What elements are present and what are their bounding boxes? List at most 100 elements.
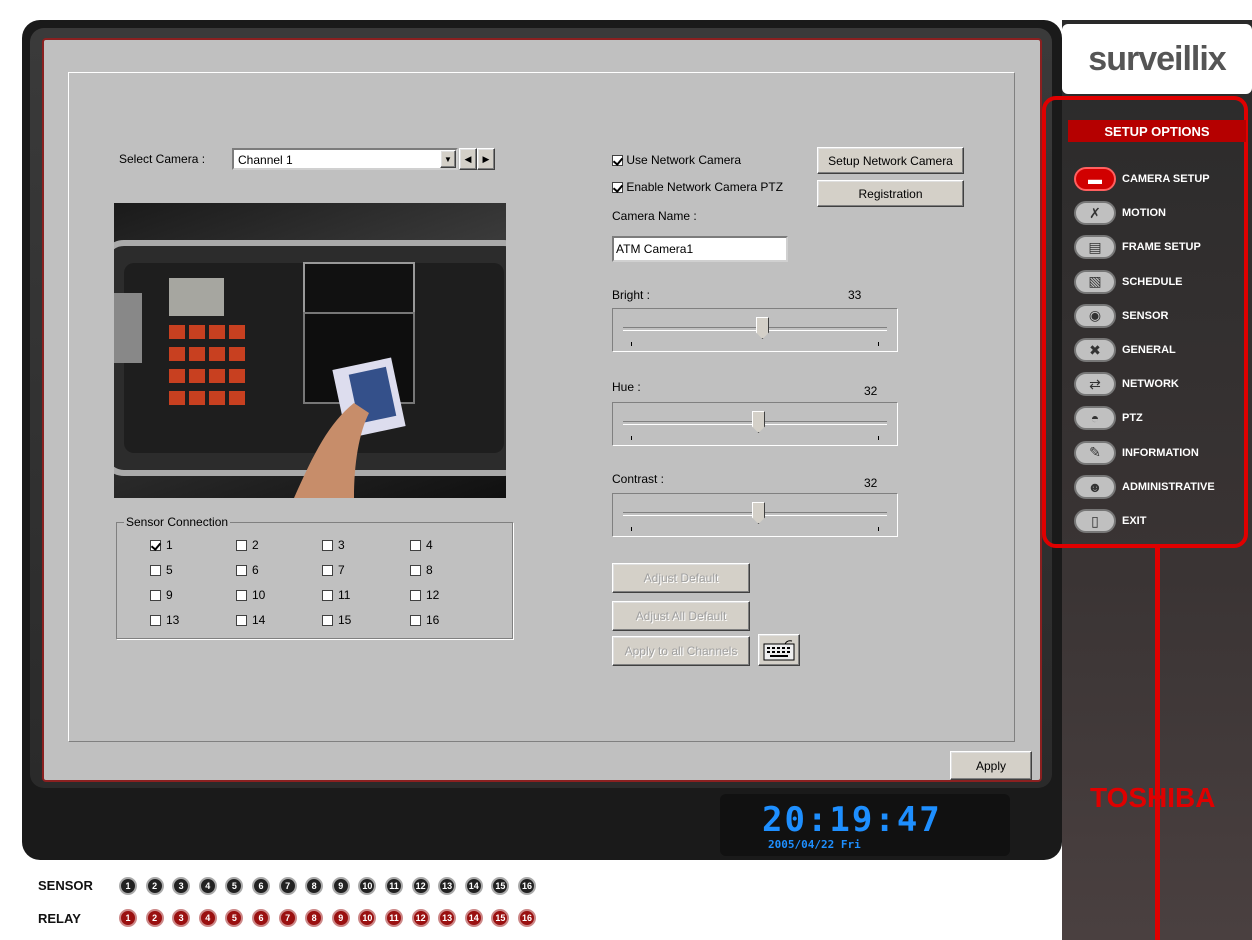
relay-indicator[interactable]: 10	[358, 909, 377, 927]
bright-slider[interactable]	[612, 308, 898, 352]
contrast-slider[interactable]	[612, 493, 898, 537]
sidebar-item-ptz[interactable]: ◓ PTZ	[1074, 404, 1250, 432]
sensor-connection-item[interactable]: 2	[236, 538, 259, 552]
sensor-connection-checkbox[interactable]	[150, 565, 161, 577]
relay-indicator[interactable]: 7	[278, 909, 297, 927]
sensor-connection-item[interactable]: 5	[150, 563, 173, 577]
hue-slider[interactable]	[612, 402, 898, 446]
sensor-connection-item[interactable]: 1	[150, 538, 173, 552]
sensor-connection-item[interactable]: 16	[410, 613, 439, 627]
sensor-connection-checkbox[interactable]	[410, 565, 421, 577]
relay-indicator[interactable]: 16	[518, 909, 536, 927]
keyboard-icon	[763, 640, 795, 661]
sidebar-item-camera-setup[interactable]: ▬ CAMERA SETUP	[1074, 165, 1250, 193]
sidebar-item-schedule[interactable]: ▧ SCHEDULE	[1074, 268, 1250, 296]
sensor-indicator[interactable]: 16	[518, 877, 536, 895]
sidebar-item-motion[interactable]: ✗ MOTION	[1074, 199, 1250, 227]
sensor-connection-number: 9	[166, 588, 173, 602]
enable-ptz[interactable]: Enable Network Camera PTZ	[612, 180, 783, 194]
relay-indicator[interactable]: 13	[438, 909, 457, 927]
sensor-connection-checkbox[interactable]	[322, 615, 333, 627]
sensor-connection-item[interactable]: 8	[410, 563, 433, 577]
relay-indicator[interactable]: 15	[491, 909, 510, 927]
sensor-indicator[interactable]: 10	[358, 877, 377, 895]
sensor-connection-checkbox[interactable]	[150, 615, 161, 627]
sensor-connection-item[interactable]: 4	[410, 538, 433, 552]
sensor-connection-item[interactable]: 7	[322, 563, 345, 577]
relay-indicator[interactable]: 5	[225, 909, 244, 927]
sensor-connection-item[interactable]: 15	[322, 613, 351, 627]
registration-button[interactable]: Registration	[817, 180, 964, 207]
sensor-connection-item[interactable]: 11	[322, 588, 350, 602]
sensor-connection-item[interactable]: 6	[236, 563, 259, 577]
sensor-indicator[interactable]: 11	[385, 877, 403, 895]
sensor-indicator[interactable]: 6	[252, 877, 270, 895]
bright-slider-thumb[interactable]	[756, 317, 769, 339]
contrast-slider-thumb[interactable]	[752, 502, 765, 524]
sensor-connection-item[interactable]: 3	[322, 538, 345, 552]
relay-indicator[interactable]: 6	[252, 909, 270, 927]
adjust-all-default-button[interactable]: Adjust All Default	[612, 601, 750, 631]
camera-select[interactable]: Channel 1 ▼	[232, 148, 458, 170]
relay-indicator[interactable]: 3	[172, 909, 191, 927]
sensor-connection-checkbox[interactable]	[410, 540, 421, 552]
setup-network-camera-button[interactable]: Setup Network Camera	[817, 147, 964, 174]
sensor-indicator[interactable]: 15	[491, 877, 510, 895]
sensor-connection-checkbox[interactable]	[236, 540, 247, 552]
relay-indicator[interactable]: 4	[198, 909, 217, 927]
chevron-down-icon[interactable]: ▼	[440, 150, 456, 168]
use-network-camera[interactable]: Use Network Camera	[612, 153, 741, 167]
sidebar-item-general[interactable]: ✖ GENERAL	[1074, 336, 1250, 364]
sidebar-item-administrative[interactable]: ☻ ADMINISTRATIVE	[1074, 473, 1250, 501]
relay-indicator[interactable]: 12	[411, 909, 430, 927]
sensor-connection-item[interactable]: 12	[410, 588, 439, 602]
sensor-connection-checkbox[interactable]	[150, 590, 161, 602]
keyboard-button[interactable]	[758, 634, 800, 666]
relay-indicator[interactable]: 1	[119, 909, 137, 927]
camera-name-input[interactable]	[612, 236, 788, 262]
sensor-connection-checkbox[interactable]	[410, 615, 421, 627]
sidebar-item-sensor[interactable]: ◉ SENSOR	[1074, 302, 1250, 330]
sensor-indicator[interactable]: 1	[119, 877, 137, 895]
sensor-indicator[interactable]: 7	[278, 877, 297, 895]
sensor-connection-checkbox[interactable]	[150, 540, 161, 552]
hue-slider-thumb[interactable]	[752, 411, 765, 433]
apply-button[interactable]: Apply	[950, 751, 1032, 780]
enable-ptz-checkbox[interactable]	[612, 182, 623, 194]
sensor-connection-checkbox[interactable]	[322, 565, 333, 577]
sensor-connection-checkbox[interactable]	[322, 540, 333, 552]
relay-indicator[interactable]: 2	[145, 909, 164, 927]
sidebar-item-network[interactable]: ⇄ NETWORK	[1074, 370, 1250, 398]
relay-indicator[interactable]: 11	[385, 909, 403, 927]
sensor-indicator[interactable]: 14	[464, 877, 483, 895]
relay-indicator[interactable]: 9	[331, 909, 350, 927]
next-camera-button[interactable]: ▶	[477, 148, 495, 170]
sensor-indicator[interactable]: 8	[305, 877, 324, 895]
sensor-indicator[interactable]: 5	[225, 877, 244, 895]
sidebar-item-exit[interactable]: ▯ EXIT	[1074, 507, 1250, 535]
sidebar-item-information[interactable]: ✎ INFORMATION	[1074, 439, 1250, 467]
sensor-connection-item[interactable]: 13	[150, 613, 179, 627]
use-network-camera-checkbox[interactable]	[612, 155, 623, 167]
sensor-connection-title: Sensor Connection	[124, 515, 231, 529]
sidebar-item-frame-setup[interactable]: ▤ FRAME SETUP	[1074, 233, 1250, 261]
sensor-indicator[interactable]: 2	[145, 877, 164, 895]
sensor-connection-item[interactable]: 9	[150, 588, 173, 602]
sensor-indicator[interactable]: 4	[198, 877, 217, 895]
prev-camera-button[interactable]: ◀	[459, 148, 477, 170]
sensor-connection-checkbox[interactable]	[236, 565, 247, 577]
sensor-connection-item[interactable]: 10	[236, 588, 265, 602]
sensor-indicator[interactable]: 13	[438, 877, 457, 895]
adjust-default-button[interactable]: Adjust Default	[612, 563, 750, 593]
sensor-connection-checkbox[interactable]	[322, 590, 333, 602]
sensor-connection-checkbox[interactable]	[236, 590, 247, 602]
apply-all-channels-button[interactable]: Apply to all Channels	[612, 636, 750, 666]
sensor-indicator[interactable]: 9	[331, 877, 350, 895]
sensor-indicator[interactable]: 12	[411, 877, 430, 895]
relay-indicator[interactable]: 14	[464, 909, 483, 927]
sensor-indicator[interactable]: 3	[172, 877, 191, 895]
sensor-connection-item[interactable]: 14	[236, 613, 265, 627]
sensor-connection-checkbox[interactable]	[236, 615, 247, 627]
relay-indicator[interactable]: 8	[305, 909, 324, 927]
sensor-connection-checkbox[interactable]	[410, 590, 421, 602]
